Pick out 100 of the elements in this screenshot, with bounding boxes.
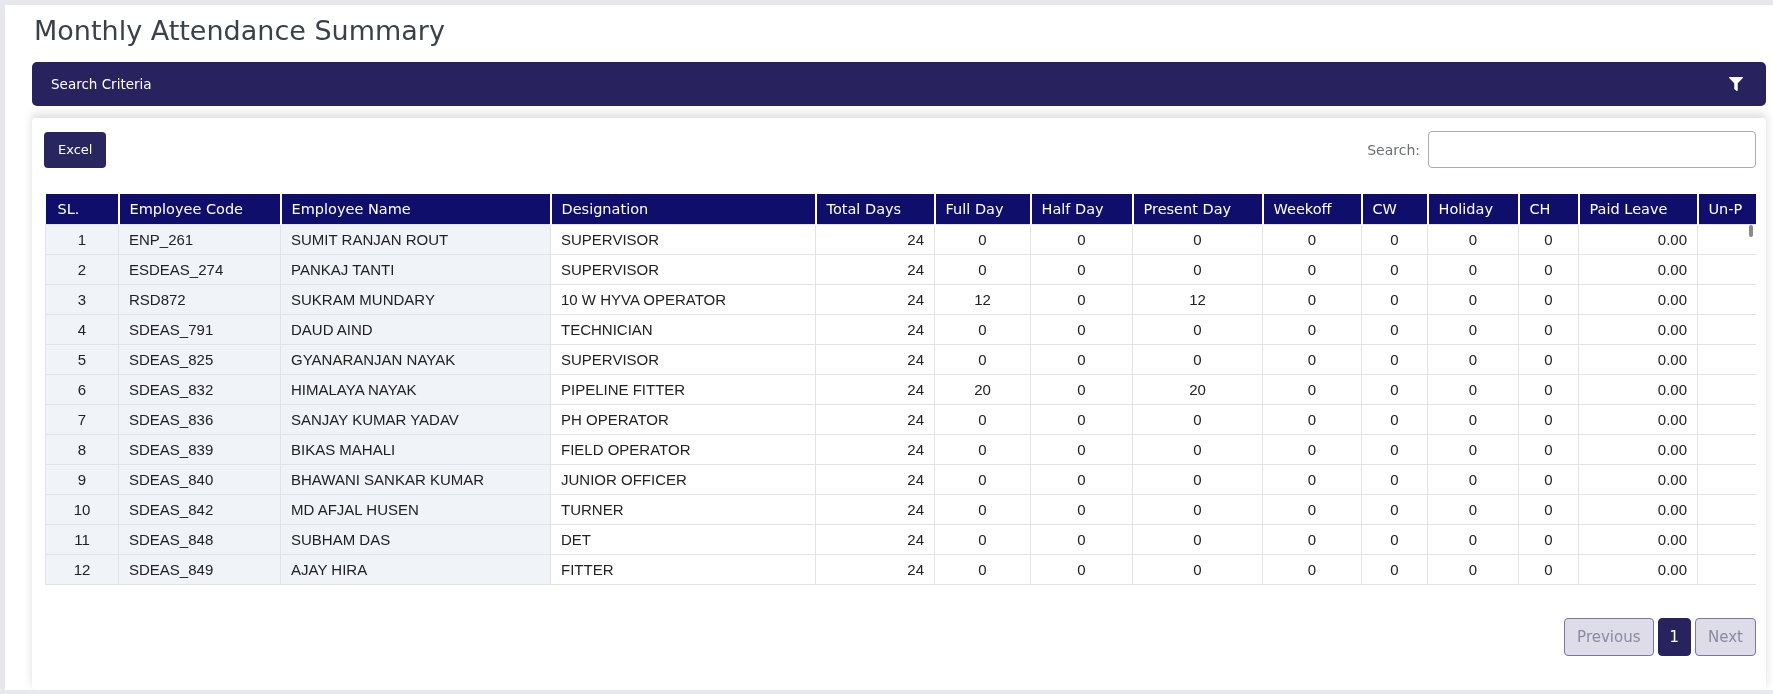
table-cell: MD AFJAL HUSEN: [280, 494, 551, 524]
table-cell: 0: [1518, 314, 1579, 344]
table-cell: 0: [1427, 344, 1519, 374]
table-cell: 0.00: [1578, 494, 1698, 524]
table-cell: 0: [1361, 314, 1428, 344]
table-cell: 0: [1518, 224, 1579, 254]
table-cell: 0: [1262, 374, 1362, 404]
table-cell: JUNIOR OFFICER: [550, 464, 816, 494]
table-cell: 0: [1262, 284, 1362, 314]
table-cell: 0: [1361, 284, 1428, 314]
table-cell: 24: [815, 314, 935, 344]
table-cell: 0: [1132, 494, 1263, 524]
table-cell: 0.00: [1578, 464, 1698, 494]
table-cell: ENP_261: [118, 224, 281, 254]
table-cell: 3: [45, 284, 119, 314]
table-cell: 0: [1030, 524, 1133, 554]
table-cell: 0: [1132, 344, 1263, 374]
table-cell: 24: [815, 494, 935, 524]
table-cell: SUMIT RANJAN ROUT: [280, 224, 551, 254]
table-cell: 24: [815, 254, 935, 284]
table-cell: 0: [1262, 554, 1362, 584]
table-cell: 0: [1132, 314, 1263, 344]
table-cell: 0: [1518, 464, 1579, 494]
table-cell: 0: [934, 404, 1031, 434]
table-cell: 0: [1361, 494, 1428, 524]
table-cell: 0: [1518, 344, 1579, 374]
table-cell: 0: [1030, 314, 1133, 344]
table-cell: 0: [1427, 254, 1519, 284]
table-cell: 0: [934, 254, 1031, 284]
column-header: Total Days: [815, 194, 935, 224]
table-cell: 20: [934, 374, 1031, 404]
table-cell: 0: [1361, 374, 1428, 404]
table-cell: 0: [1132, 464, 1263, 494]
table-cell: TECHNICIAN: [550, 314, 816, 344]
filter-icon[interactable]: [1729, 77, 1743, 91]
table-cell: 0: [1030, 344, 1133, 374]
table-cell: SUBHAM DAS: [280, 524, 551, 554]
table-cell: SANJAY KUMAR YADAV: [280, 404, 551, 434]
table-cell: 0: [1262, 524, 1362, 554]
table-cell: PANKAJ TANTI: [280, 254, 551, 284]
table-cell: 0: [1361, 434, 1428, 464]
table-cell: 0: [1427, 554, 1519, 584]
table-cell: 0: [1132, 524, 1263, 554]
table-cell: 0: [1361, 554, 1428, 584]
table-cell: SDEAS_839: [118, 434, 281, 464]
table-cell: 0: [1427, 464, 1519, 494]
table-cell: 0.00: [1578, 404, 1698, 434]
search-label: Search:: [1367, 141, 1420, 158]
column-header: Designation: [550, 194, 816, 224]
table-cell: 0: [1427, 494, 1519, 524]
excel-button[interactable]: Excel: [44, 131, 107, 168]
table-cell: BHAWANI SANKAR KUMAR: [280, 464, 551, 494]
table-cell: 8: [45, 434, 119, 464]
table-cell: 0: [934, 524, 1031, 554]
table-cell: SDEAS_842: [118, 494, 281, 524]
table-cell: 0: [1030, 464, 1133, 494]
page-button[interactable]: 1: [1657, 618, 1692, 656]
table-cell: PH OPERATOR: [550, 404, 816, 434]
page-title: Monthly Attendance Summary: [34, 14, 445, 48]
table-cell: 0: [1518, 284, 1579, 314]
search-criteria-header[interactable]: Search Criteria: [32, 62, 1766, 106]
table-cell: DET: [550, 524, 816, 554]
table-cell: 0: [934, 464, 1031, 494]
table-cell: 0.00: [1578, 434, 1698, 464]
table-cell: 0.00: [1578, 374, 1698, 404]
table-cell: 0: [1361, 344, 1428, 374]
table-cell: 0: [1132, 554, 1263, 584]
table-cell: SDEAS_849: [118, 554, 281, 584]
table-cell: 0: [1518, 434, 1579, 464]
table-cell: 24: [815, 554, 935, 584]
table-cell: 11: [45, 524, 119, 554]
table-cell: 12: [45, 554, 119, 584]
table-cell: 0: [1030, 494, 1133, 524]
search-field[interactable]: [1428, 131, 1756, 168]
table-cell: 0: [1262, 404, 1362, 434]
table-cell: 4: [45, 314, 119, 344]
column-header: Holiday: [1427, 194, 1519, 224]
table-cell: AJAY HIRA: [280, 554, 551, 584]
table-cell: 10: [45, 494, 119, 524]
table-cell: 0: [1030, 374, 1133, 404]
column-header: Paid Leave: [1578, 194, 1698, 224]
table-cell: 0.00: [1578, 524, 1698, 554]
table-cell: 24: [815, 434, 935, 464]
table-cell: GYANARANJAN NAYAK: [280, 344, 551, 374]
table-cell: 0: [934, 224, 1031, 254]
table-cell: 0: [1427, 284, 1519, 314]
table-cell: 0: [1132, 254, 1263, 284]
table-cell: 0: [1262, 494, 1362, 524]
column-header: SL.: [45, 194, 119, 224]
table-cell: TURNER: [550, 494, 816, 524]
table-cell: SUPERVISOR: [550, 344, 816, 374]
table-cell: 20: [1132, 374, 1263, 404]
table-cell: 0: [1361, 464, 1428, 494]
table-cell: SDEAS_840: [118, 464, 281, 494]
scrollbar-thumb[interactable]: [1749, 225, 1753, 237]
table-cell: 0.00: [1578, 224, 1698, 254]
table-cell: 24: [815, 374, 935, 404]
table-cell: HIMALAYA NAYAK: [280, 374, 551, 404]
table-cell: 0: [1030, 284, 1133, 314]
table-cell: BIKAS MAHALI: [280, 434, 551, 464]
